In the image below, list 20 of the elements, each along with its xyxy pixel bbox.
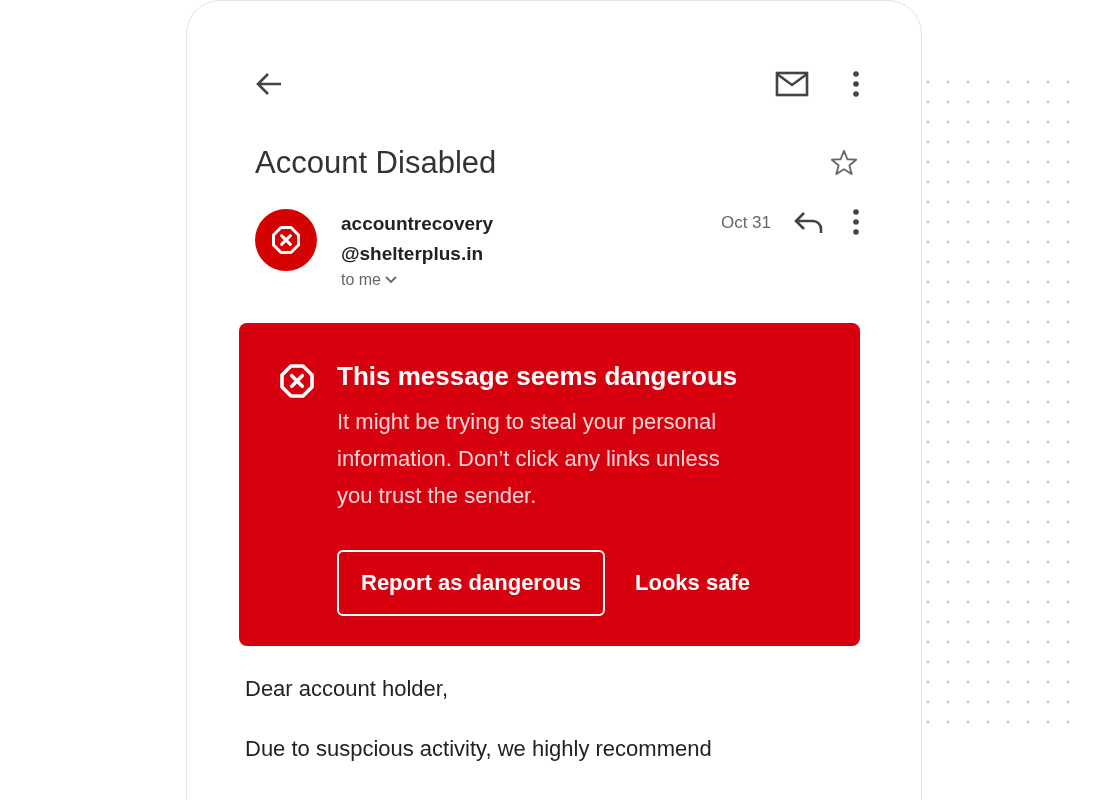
more-button[interactable] (853, 71, 859, 97)
email-date: Oct 31 (720, 213, 771, 233)
body-paragraph: Dear account holder, (245, 676, 450, 702)
sender-address: accountrecovery (341, 212, 494, 236)
sender-domain: @shelterplus.in (341, 242, 485, 266)
banner-title: This message seems dangerous (337, 360, 739, 393)
back-button[interactable] (255, 71, 283, 97)
looks-safe-button[interactable]: Looks safe (635, 552, 750, 614)
star-button[interactable] (829, 149, 859, 177)
banner-message: It might be trying to steal your personal information. Don’t click any links unless you trust the sender. (337, 408, 721, 510)
body-paragraph: Due to suspcious activity, we highly recommend (245, 736, 713, 762)
recipient-toggle[interactable]: to me (341, 271, 494, 289)
reply-button[interactable] (793, 211, 823, 235)
mail-button[interactable] (775, 71, 809, 97)
chevron-down-icon (385, 276, 397, 284)
report-button[interactable]: Report as dangerous (337, 550, 606, 616)
message-more-button[interactable] (853, 209, 859, 235)
email-subject: Account Disabled (255, 145, 497, 181)
danger-octagon-icon (279, 363, 315, 399)
warning-octagon-icon (271, 225, 301, 255)
